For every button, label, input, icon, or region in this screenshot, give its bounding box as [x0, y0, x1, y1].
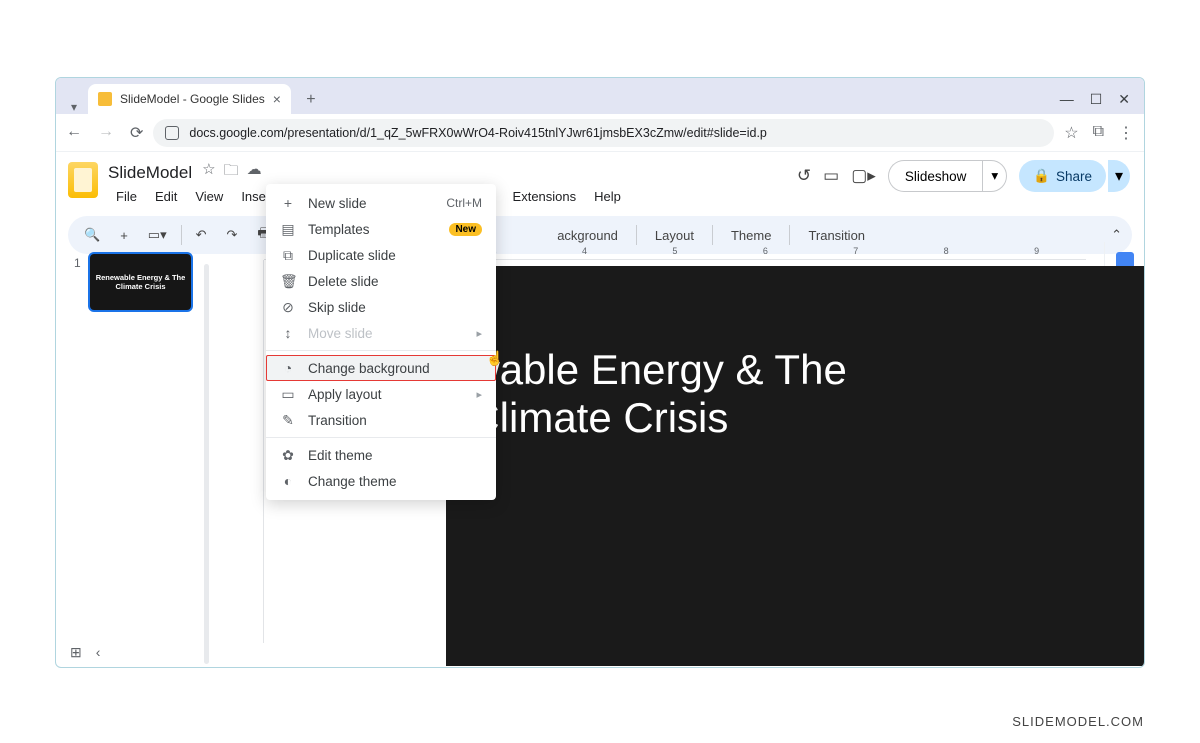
nav-reload-icon[interactable]: ⟳ — [130, 123, 143, 143]
menu-delete-slide[interactable]: 🗑 Delete slide — [266, 268, 496, 294]
toolbar-collapse-icon[interactable]: ⌃ — [1111, 227, 1122, 243]
background-icon: ◔ — [280, 360, 296, 376]
submenu-arrow-icon: ▸ — [476, 388, 482, 401]
tab-title: SlideModel - Google Slides — [120, 92, 265, 106]
slides-logo-icon[interactable] — [68, 162, 98, 198]
nav-forward-icon[interactable]: → — [98, 123, 114, 143]
duplicate-icon: ⧉ — [280, 247, 296, 264]
menu-new-slide[interactable]: + New slide Ctrl+M — [266, 190, 496, 216]
slide-canvas[interactable]: ewable Energy & The Climate Crisis — [446, 266, 1145, 666]
menu-duplicate-slide[interactable]: ⧉ Duplicate slide — [266, 242, 496, 268]
tab-close-icon[interactable]: × — [273, 91, 281, 107]
meet-icon[interactable]: ▢▸ — [851, 166, 876, 186]
main-area: 1 Renewable Energy & The Climate Crisis … — [56, 242, 1144, 643]
menu-view[interactable]: View — [187, 187, 231, 208]
window-maximize-icon[interactable]: ☐ — [1090, 91, 1103, 108]
comments-icon[interactable]: ▭ — [823, 166, 839, 186]
window-minimize-icon[interactable]: — — [1060, 91, 1074, 108]
menu-templates[interactable]: ▤ Templates New — [266, 216, 496, 242]
share-dropdown[interactable]: ▾ — [1108, 160, 1130, 192]
slideshow-dropdown[interactable]: ▾ — [982, 160, 1007, 192]
browser-tabstrip: ▾ SlideModel - Google Slides × + — ☐ ✕ — [56, 78, 1144, 114]
menu-extensions[interactable]: Extensions — [505, 187, 585, 208]
nav-back-icon[interactable]: ← — [66, 123, 82, 143]
url-input[interactable]: docs.google.com/presentation/d/1_qZ_5wFR… — [153, 119, 1054, 147]
browser-window: ▾ SlideModel - Google Slides × + — ☐ ✕ ←… — [55, 77, 1145, 668]
menu-change-background[interactable]: ◔ Change background — [266, 355, 496, 381]
slides-favicon — [98, 92, 112, 106]
move-icon[interactable]: 🗀 — [224, 160, 239, 185]
lock-icon: 🔒 — [1033, 168, 1050, 184]
menu-edit-theme[interactable]: ✿ Edit theme — [266, 442, 496, 468]
menu-help[interactable]: Help — [586, 187, 629, 208]
edit-theme-icon: ✿ — [280, 447, 296, 464]
menu-edit[interactable]: Edit — [147, 187, 185, 208]
browser-tab[interactable]: SlideModel - Google Slides × — [88, 84, 291, 114]
menu-apply-layout[interactable]: ▭ Apply layout ▸ — [266, 381, 496, 407]
extensions-icon[interactable]: ⧉ — [1093, 123, 1104, 143]
mouse-cursor-icon: ☝ — [486, 350, 503, 367]
history-icon[interactable]: ↺ — [797, 166, 811, 186]
chrome-menu-icon[interactable]: ⋮ — [1118, 123, 1134, 143]
move-slide-icon: ↕ — [280, 325, 296, 341]
menu-file[interactable]: File — [108, 187, 145, 208]
layout-icon: ▭ — [280, 386, 296, 403]
grid-view-icon[interactable]: ⊞ — [70, 644, 82, 661]
slide-title[interactable]: ewable Energy & The Climate Crisis — [446, 266, 847, 443]
transition-icon: ✎ — [280, 412, 296, 429]
slide-menu-dropdown: + New slide Ctrl+M ▤ Templates New ⧉ Dup… — [266, 184, 496, 500]
templates-icon: ▤ — [280, 221, 296, 238]
menu-separator — [266, 350, 496, 351]
star-icon[interactable]: ☆ — [202, 160, 215, 185]
change-theme-icon: ◐ — [280, 473, 296, 489]
menu-move-slide: ↕ Move slide ▸ — [266, 320, 496, 346]
watermark: SLIDEMODEL.COM — [1012, 714, 1144, 729]
cloud-status-icon[interactable]: ☁ — [247, 160, 262, 185]
filmstrip[interactable]: 1 Renewable Energy & The Climate Crisis — [56, 242, 206, 643]
site-settings-icon[interactable] — [165, 126, 179, 140]
slideshow-button[interactable]: Slideshow — [888, 160, 983, 192]
app-header: SlideModel ☆ 🗀 ☁ File Edit View Insert F… — [56, 152, 1144, 208]
delete-icon: 🗑 — [280, 273, 296, 290]
menu-separator — [266, 437, 496, 438]
plus-icon: + — [280, 195, 296, 211]
skip-icon: ⊘ — [280, 299, 296, 316]
url-text: docs.google.com/presentation/d/1_qZ_5wFR… — [189, 126, 766, 140]
submenu-arrow-icon: ▸ — [476, 327, 482, 340]
new-tab-button[interactable]: + — [299, 88, 323, 112]
speaker-notes-toggle[interactable]: ‹ — [96, 644, 101, 661]
bookmark-icon[interactable]: ☆ — [1064, 123, 1078, 143]
document-title[interactable]: SlideModel — [108, 163, 192, 183]
slide-number: 1 — [74, 256, 81, 270]
window-close-icon[interactable]: ✕ — [1118, 91, 1130, 108]
vertical-ruler — [246, 260, 264, 643]
share-button[interactable]: 🔒 Share — [1019, 160, 1106, 192]
filmstrip-scrollbar[interactable] — [204, 264, 209, 664]
browser-address-bar: ← → ⟳ docs.google.com/presentation/d/1_q… — [56, 114, 1144, 152]
menu-change-theme[interactable]: ◐ Change theme — [266, 468, 496, 494]
tab-drag-handle[interactable]: ▾ — [64, 100, 84, 114]
menu-skip-slide[interactable]: ⊘ Skip slide — [266, 294, 496, 320]
slide-thumbnail[interactable]: Renewable Energy & The Climate Crisis — [88, 252, 193, 312]
menu-transition[interactable]: ✎ Transition — [266, 407, 496, 433]
